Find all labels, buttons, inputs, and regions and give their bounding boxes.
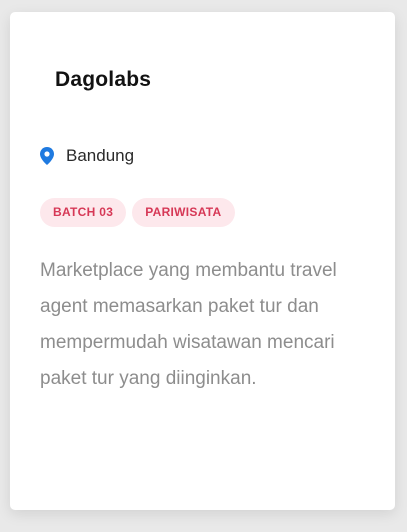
tag-batch[interactable]: BATCH 03 [40, 198, 127, 227]
tag-list: BATCH 03 PARIWISATA [40, 198, 235, 227]
card-title: Dagolabs [55, 68, 152, 91]
startup-card[interactable]: Dagolabs Bandung BATCH 03 PARIWISATA Mar… [10, 12, 395, 510]
location-city: Bandung [66, 146, 135, 165]
card-description: Marketplace yang membantu travel agent m… [40, 260, 337, 389]
tag-category[interactable]: PARIWISATA [132, 198, 235, 227]
map-pin-icon [40, 147, 54, 165]
location-row: Bandung [40, 146, 134, 166]
